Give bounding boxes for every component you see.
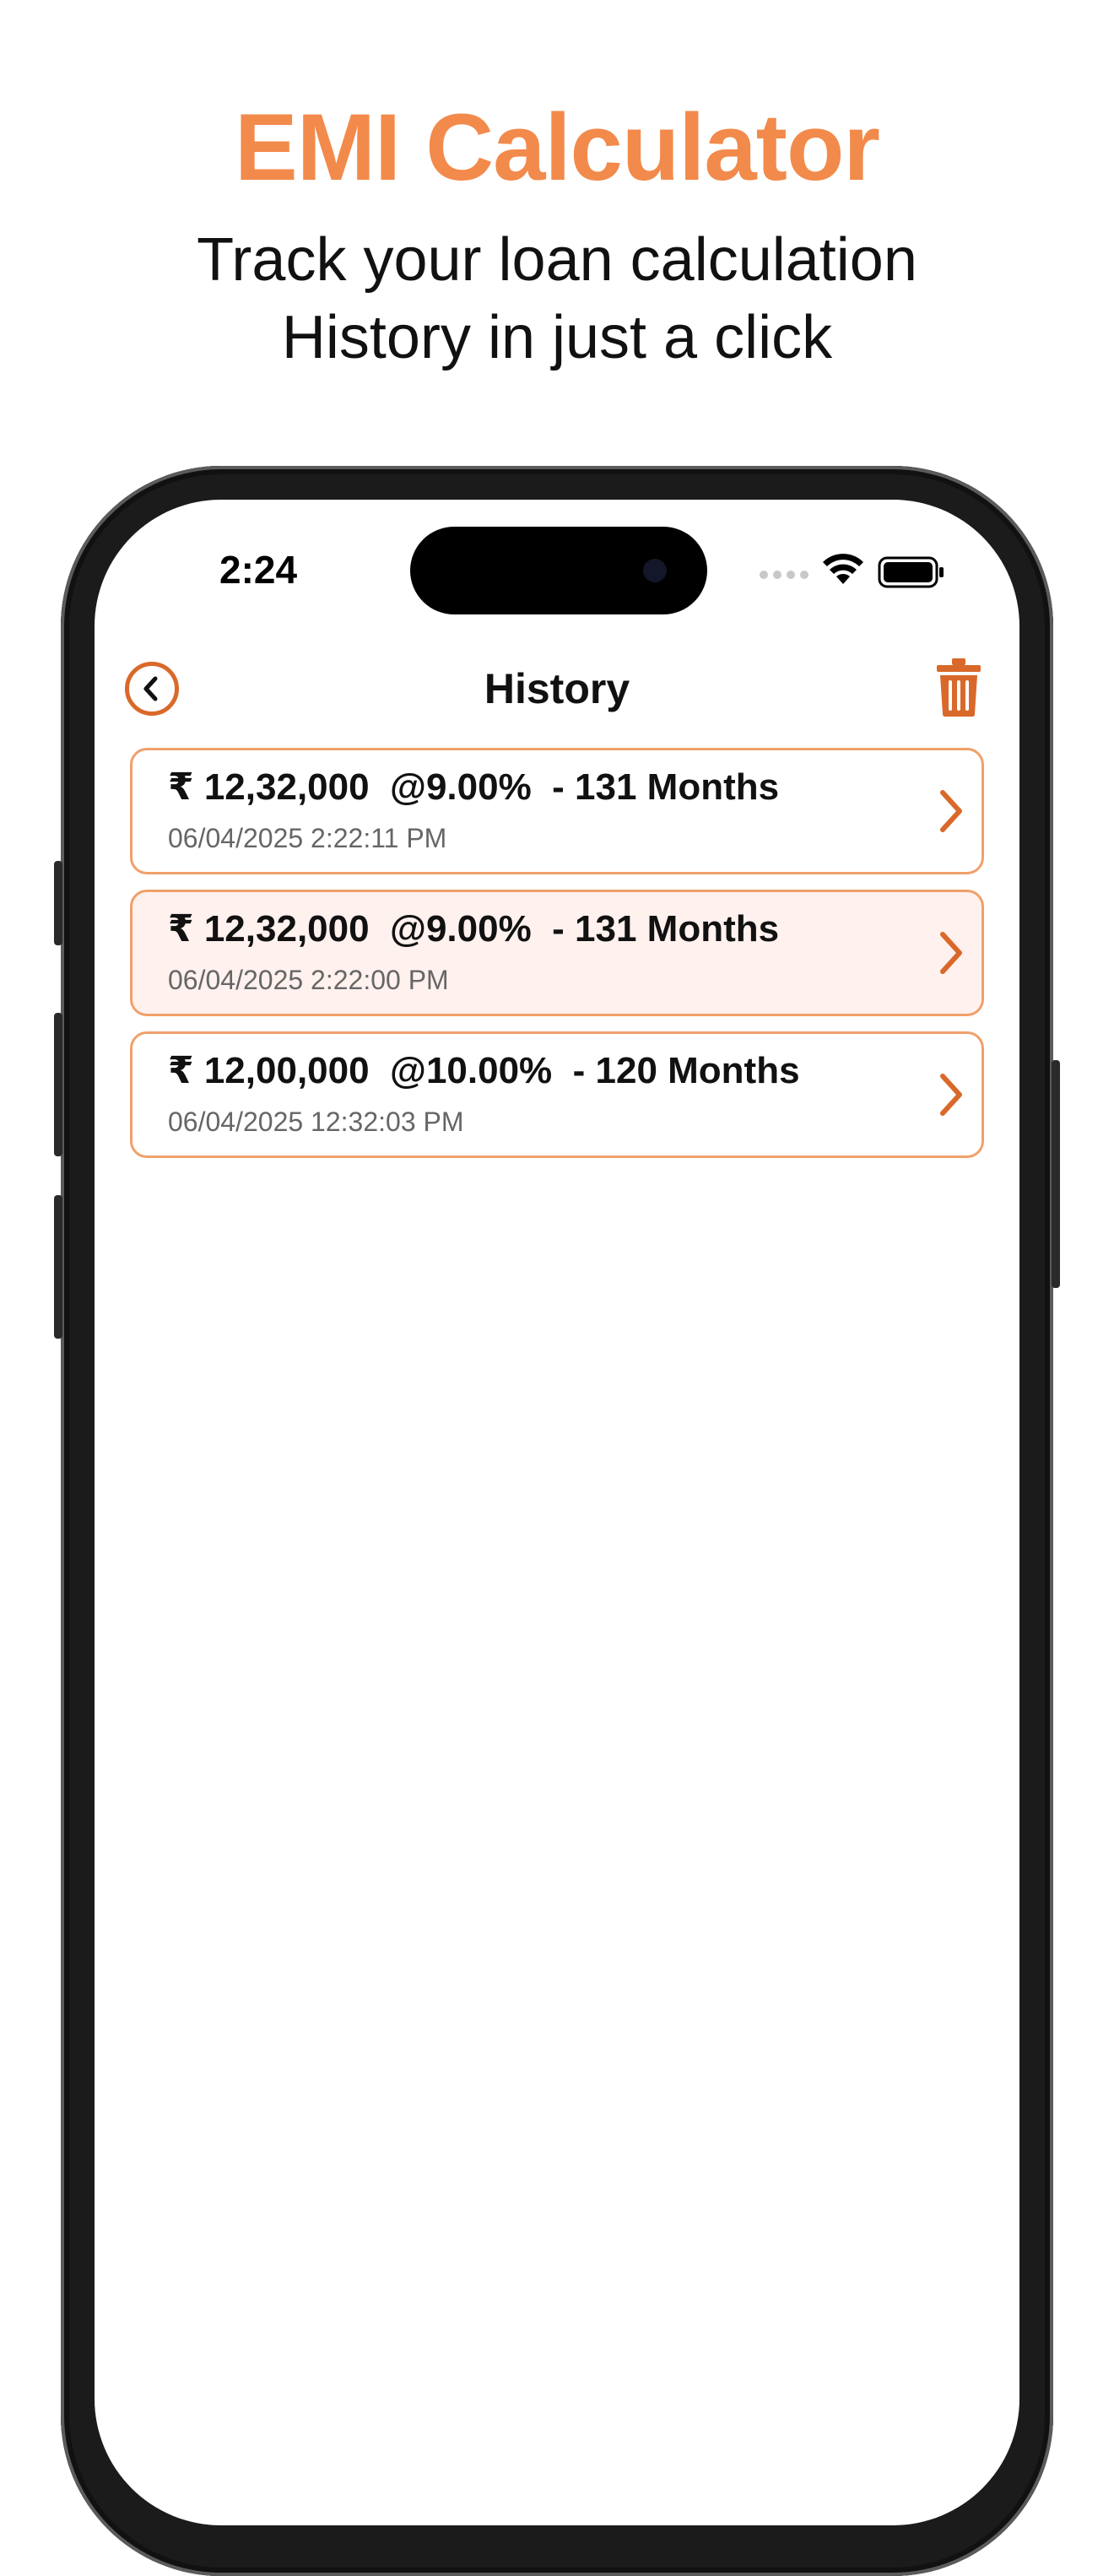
action-button bbox=[54, 861, 62, 945]
history-item[interactable]: ₹ 12,00,000 @10.00% - 120 Months 06/04/2… bbox=[130, 1031, 984, 1158]
status-time: 2:24 bbox=[219, 548, 298, 592]
history-item-summary: ₹ 12,32,000 @9.00% - 131 Months bbox=[168, 904, 779, 955]
volume-down-button bbox=[54, 1195, 62, 1339]
loan-tenure: - 120 Months bbox=[572, 1050, 800, 1091]
promo-title: EMI Calculator bbox=[235, 95, 880, 200]
cellular-signal-icon bbox=[760, 571, 808, 579]
dynamic-island bbox=[410, 527, 707, 614]
chevron-right-icon bbox=[940, 1074, 962, 1116]
history-timestamp: 06/04/2025 2:22:00 PM bbox=[168, 965, 449, 995]
loan-amount: ₹ 12,00,000 bbox=[168, 1050, 370, 1091]
chevron-right-icon bbox=[940, 790, 962, 832]
history-timestamp: 06/04/2025 12:32:03 PM bbox=[168, 1107, 464, 1137]
delete-all-button[interactable] bbox=[935, 657, 982, 717]
wifi-icon bbox=[823, 554, 863, 584]
chevron-right-icon bbox=[940, 932, 962, 974]
power-button bbox=[1052, 1060, 1060, 1288]
page-title: History bbox=[484, 665, 630, 712]
loan-tenure: - 131 Months bbox=[552, 908, 780, 950]
promo-subtitle-line-2: History in just a click bbox=[281, 304, 833, 371]
loan-amount: ₹ 12,32,000 bbox=[168, 766, 370, 808]
trash-icon bbox=[937, 658, 981, 717]
promo-subtitle: Track your loan calculation History in j… bbox=[0, 221, 1114, 376]
interest-rate: @9.00% bbox=[390, 908, 532, 950]
volume-up-button bbox=[54, 1013, 62, 1156]
camera-icon bbox=[643, 559, 667, 582]
history-item-summary: ₹ 12,00,000 @10.00% - 120 Months bbox=[168, 1046, 800, 1096]
history-item[interactable]: ₹ 12,32,000 @9.00% - 131 Months 06/04/20… bbox=[130, 748, 984, 874]
phone-screen: 2:24 History ₹ 12,32,000 @9.00% - 131 Mo… bbox=[95, 500, 1019, 2525]
battery-icon bbox=[878, 556, 944, 588]
history-timestamp: 06/04/2025 2:22:11 PM bbox=[168, 823, 447, 853]
promo-subtitle-line-1: Track your loan calculation bbox=[197, 226, 917, 294]
history-item-summary: ₹ 12,32,000 @9.00% - 131 Months bbox=[168, 762, 779, 813]
interest-rate: @9.00% bbox=[390, 766, 532, 808]
interest-rate: @10.00% bbox=[390, 1050, 553, 1091]
history-list: ₹ 12,32,000 @9.00% - 131 Months 06/04/20… bbox=[130, 748, 984, 1173]
loan-tenure: - 131 Months bbox=[552, 766, 780, 808]
loan-amount: ₹ 12,32,000 bbox=[168, 908, 370, 950]
history-item[interactable]: ₹ 12,32,000 @9.00% - 131 Months 06/04/20… bbox=[130, 890, 984, 1016]
